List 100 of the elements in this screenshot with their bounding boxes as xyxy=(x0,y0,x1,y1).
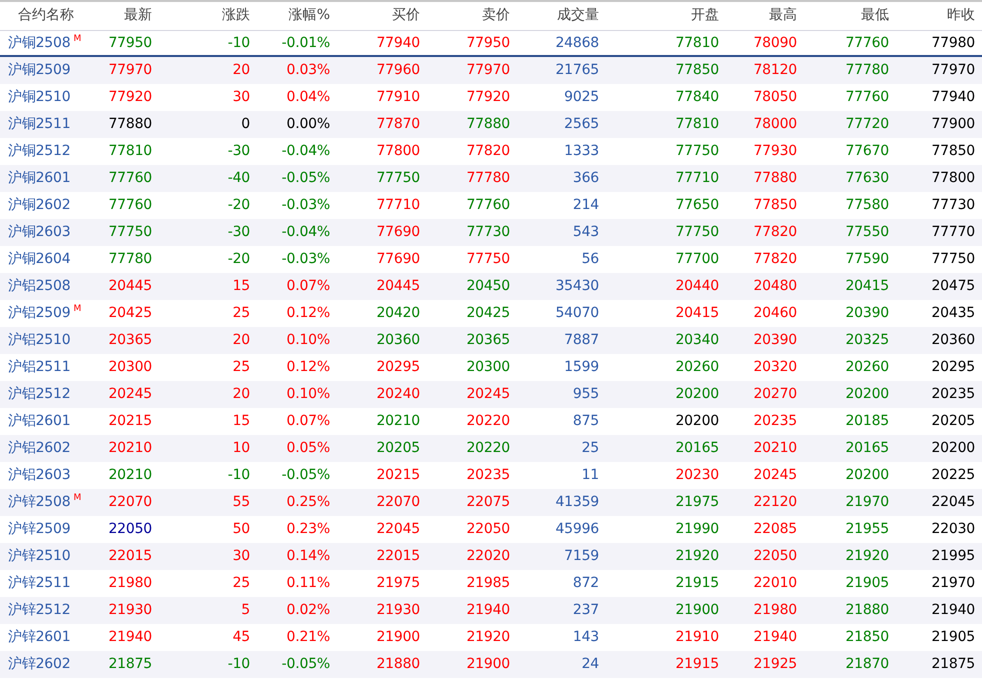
quote-value: 20225 xyxy=(931,467,975,483)
quote-value: 21875 xyxy=(931,656,975,672)
column-header[interactable]: 成交量 xyxy=(517,1,606,30)
quote-row[interactable]: 沪锌2601 21940 45 0.21% 21900 21920 143 21910 21940 21850 21905 xyxy=(0,624,982,651)
column-header[interactable]: 开盘 xyxy=(606,1,726,30)
contract-name[interactable]: 沪铝2511 xyxy=(8,359,70,375)
contract-name[interactable]: 沪铝2601 xyxy=(8,413,70,429)
contract-name[interactable]: 沪铝2603 xyxy=(8,467,70,483)
contract-name[interactable]: 沪铜2508 xyxy=(8,35,70,52)
quote-value: 55 xyxy=(232,494,250,510)
quote-value: 11 xyxy=(582,467,599,483)
quote-value: 22030 xyxy=(931,521,975,537)
contract-name[interactable]: 沪铜2604 xyxy=(8,251,70,267)
quote-value: 20295 xyxy=(376,359,420,375)
quote-value: 77580 xyxy=(845,197,889,213)
quote-row[interactable]: 沪铜2602 77760 -20 -0.03% 77710 77760 214 77650 77850 77580 77730 xyxy=(0,192,982,219)
quote-value: 875 xyxy=(572,413,599,429)
quote-row[interactable]: 沪锌2511 21980 25 0.11% 21975 21985 872 21915 22010 21905 21970 xyxy=(0,570,982,597)
quote-value: 20200 xyxy=(845,467,889,483)
quote-value: 20210 xyxy=(108,440,152,456)
column-header[interactable]: 涨跌 xyxy=(159,1,257,30)
quote-row[interactable]: 沪锌2510 22015 30 0.14% 22015 22020 7159 21920 22050 21920 21995 xyxy=(0,543,982,570)
contract-name[interactable]: 沪铝2509 xyxy=(8,305,70,321)
quote-row[interactable]: 沪铜2511 77880 0 0.00% 77870 77880 2565 77810 78000 77720 77900 xyxy=(0,111,982,138)
quote-value: 20390 xyxy=(753,332,797,348)
quote-value: 77780 xyxy=(108,251,152,267)
quote-value: -0.05% xyxy=(282,656,330,672)
quote-row[interactable]: 沪铜2604 77780 -20 -0.03% 77690 77750 56 77700 77820 77590 77750 xyxy=(0,246,982,273)
contract-name[interactable]: 沪铜2512 xyxy=(8,143,70,159)
quote-value: 543 xyxy=(572,224,599,240)
quote-value: 1333 xyxy=(564,143,599,159)
quote-value: 20260 xyxy=(845,359,889,375)
quote-value: 0.11% xyxy=(286,575,330,591)
quote-value: 20340 xyxy=(675,332,719,348)
quote-row[interactable]: 沪锌2508 M 22070 55 0.25% 22070 22075 41359 21975 22120 21970 22045 xyxy=(0,489,982,516)
contract-name[interactable]: 沪锌2511 xyxy=(8,575,70,591)
column-header[interactable]: 最高 xyxy=(726,1,804,30)
quote-value: 20365 xyxy=(108,332,152,348)
contract-name[interactable]: 沪铜2510 xyxy=(8,89,70,105)
quote-row[interactable]: 沪铝2601 20215 15 0.07% 20210 20220 875 20200 20235 20185 20205 xyxy=(0,408,982,435)
quote-value: 20420 xyxy=(376,305,420,321)
quote-value: 21915 xyxy=(675,575,719,591)
quote-row[interactable]: 沪铜2510 77920 30 0.04% 77910 77920 9025 77840 78050 77760 77940 xyxy=(0,84,982,111)
quote-row[interactable]: 沪铝2603 20210 -10 -0.05% 20215 20235 11 20230 20245 20200 20225 xyxy=(0,462,982,489)
quote-value: 30 xyxy=(232,89,250,105)
column-header[interactable]: 涨幅% xyxy=(257,1,337,30)
quote-row[interactable]: 沪铝2510 20365 20 0.10% 20360 20365 7887 20340 20390 20325 20360 xyxy=(0,327,982,354)
quote-row[interactable]: 沪铜2509 77970 20 0.03% 77960 77970 21765 77850 78120 77780 77970 xyxy=(0,57,982,84)
quote-value: 20245 xyxy=(108,386,152,402)
contract-name[interactable]: 沪锌2509 xyxy=(8,521,70,537)
quote-value: -0.05% xyxy=(282,170,330,186)
contract-name[interactable]: 沪锌2601 xyxy=(8,629,70,645)
contract-name[interactable]: 沪锌2508 xyxy=(8,494,70,510)
quote-value: 77810 xyxy=(108,143,152,159)
quote-row[interactable]: 沪锌2509 22050 50 0.23% 22045 22050 45996 21990 22085 21955 22030 xyxy=(0,516,982,543)
quote-value: 21975 xyxy=(376,575,420,591)
quote-value: 0.03% xyxy=(286,62,330,78)
quote-value: 77970 xyxy=(108,62,152,78)
column-header[interactable]: 最新 xyxy=(96,1,159,30)
column-header[interactable]: 最低 xyxy=(804,1,896,30)
quote-value: 77850 xyxy=(753,197,797,213)
quote-row[interactable]: 沪铜2603 77750 -30 -0.04% 77690 77730 543 77750 77820 77550 77770 xyxy=(0,219,982,246)
quote-value: 21920 xyxy=(675,548,719,564)
quote-value: 0.00% xyxy=(286,116,330,132)
quote-value: 15 xyxy=(232,278,250,294)
quote-value: 20360 xyxy=(931,332,975,348)
quote-value: -40 xyxy=(228,170,250,186)
column-header[interactable]: 买价 xyxy=(337,1,427,30)
quote-value: 77880 xyxy=(753,170,797,186)
column-header[interactable]: 昨收 xyxy=(896,1,982,30)
column-header[interactable]: 合约名称 xyxy=(0,1,96,30)
quote-row[interactable]: 沪铝2512 20245 20 0.10% 20240 20245 955 20200 20270 20200 20235 xyxy=(0,381,982,408)
quote-row[interactable]: 沪铝2508 20445 15 0.07% 20445 20450 35430 20440 20480 20415 20475 xyxy=(0,273,982,300)
quote-value: 21975 xyxy=(675,494,719,510)
quote-row[interactable]: 沪锌2602 21875 -10 -0.05% 21880 21900 24 21915 21925 21870 21875 xyxy=(0,651,982,678)
quote-value: 77710 xyxy=(675,170,719,186)
contract-name[interactable]: 沪铜2602 xyxy=(8,197,70,213)
quote-value: 22050 xyxy=(466,521,510,537)
quote-value: 21900 xyxy=(376,629,420,645)
quote-value: 77850 xyxy=(931,143,975,159)
quote-row[interactable]: 沪铝2509 M 20425 25 0.12% 20420 20425 54070 20415 20460 20390 20435 xyxy=(0,300,982,327)
quote-value: 77630 xyxy=(845,170,889,186)
quote-value: 20 xyxy=(232,332,250,348)
quote-value: 21880 xyxy=(845,602,889,618)
quote-value: 22070 xyxy=(376,494,420,510)
quote-row[interactable]: 沪铝2511 20300 25 0.12% 20295 20300 1599 20260 20320 20260 20295 xyxy=(0,354,982,381)
quote-value: 22015 xyxy=(376,548,420,564)
quote-row[interactable]: 沪铝2602 20210 10 0.05% 20205 20220 25 20165 20210 20165 20200 xyxy=(0,435,982,462)
quote-value: 20415 xyxy=(845,278,889,294)
quote-value: 21940 xyxy=(466,602,510,618)
quote-value: 21905 xyxy=(845,575,889,591)
quote-row[interactable]: 沪锌2512 21930 5 0.02% 21930 21940 237 21900 21980 21880 21940 xyxy=(0,597,982,624)
quote-value: 20245 xyxy=(753,467,797,483)
quote-row[interactable]: 沪铜2508 M 77950 -10 -0.01% 77940 77950 24868 77810 78090 77760 77980 xyxy=(0,30,982,57)
quote-value: 77730 xyxy=(466,224,510,240)
quote-value: -0.03% xyxy=(282,197,330,213)
quote-row[interactable]: 沪铜2601 77760 -40 -0.05% 77750 77780 366 77710 77880 77630 77800 xyxy=(0,165,982,192)
quote-row[interactable]: 沪铜2512 77810 -30 -0.04% 77800 77820 1333 77750 77930 77670 77850 xyxy=(0,138,982,165)
quote-value: 21995 xyxy=(931,548,975,564)
column-header[interactable]: 卖价 xyxy=(427,1,517,30)
